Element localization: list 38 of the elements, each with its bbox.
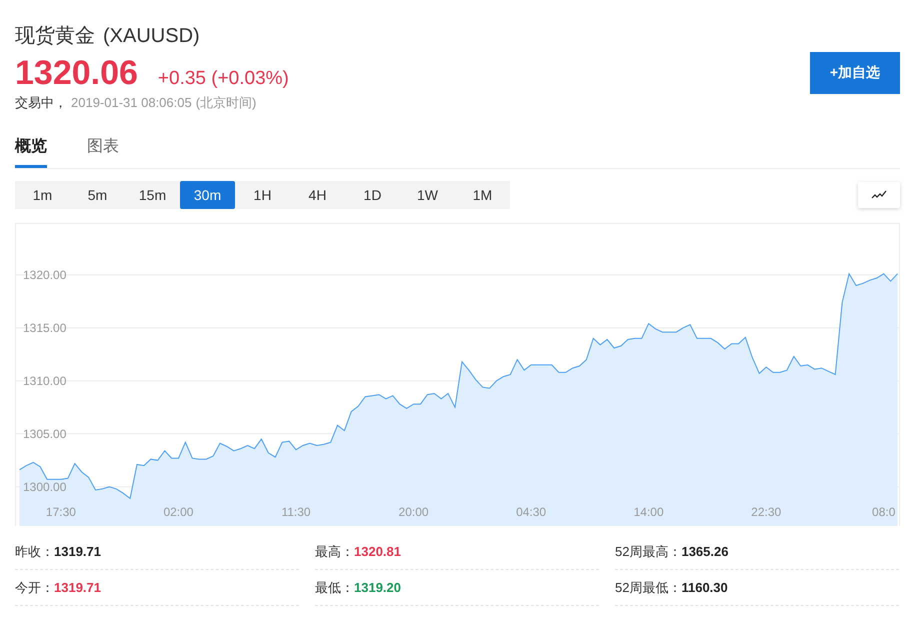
x-axis-label: 14:00 xyxy=(634,505,664,519)
stat-value: 1319.71 xyxy=(54,580,101,595)
x-axis-label: 04:30 xyxy=(516,505,546,519)
y-axis-label: 1315.00 xyxy=(23,320,66,335)
tab[interactable]: 概览 xyxy=(15,136,47,168)
timestamp: 2019-01-31 08:06:05 xyxy=(71,94,192,112)
instrument-name: 现货黄金 xyxy=(15,24,95,49)
x-axis-label: 02:00 xyxy=(163,505,194,519)
timezone: (北京时间) xyxy=(196,94,256,112)
stat-value: 1160.30 xyxy=(681,580,728,595)
tab[interactable]: 图表 xyxy=(87,136,119,168)
y-axis-label: 1305.00 xyxy=(23,426,66,441)
stat-value: 1319.20 xyxy=(354,580,401,595)
stat-value: 1365.26 xyxy=(681,544,728,559)
stat-label: 最低： xyxy=(315,580,354,595)
stat-value: 1319.71 xyxy=(54,544,101,559)
chart-type-button[interactable] xyxy=(858,182,900,208)
stat-value: 1320.81 xyxy=(354,544,401,559)
y-axis-label: 1300.00 xyxy=(23,480,66,494)
interval-button[interactable]: 30m xyxy=(180,181,235,209)
x-axis-label: 11:30 xyxy=(281,505,311,519)
line-chart-icon xyxy=(871,190,887,200)
x-axis-label: 22:30 xyxy=(751,505,782,519)
instrument-symbol: (XAUUSD) xyxy=(103,24,200,49)
price-change: +0.35 (+0.03%) xyxy=(158,68,289,90)
x-axis-label: 08:0 xyxy=(872,505,896,519)
stat-label: 52周最高： xyxy=(615,544,682,559)
stat-label: 昨收： xyxy=(15,544,54,559)
market-status: 交易中， xyxy=(15,94,67,112)
stat-label: 今开： xyxy=(15,580,54,595)
x-axis-label: 17:30 xyxy=(46,505,76,519)
stat-label: 最高： xyxy=(315,544,354,559)
y-axis-label: 1320.00 xyxy=(23,268,66,282)
price: 1320.06 xyxy=(15,53,138,94)
y-axis-label: 1310.00 xyxy=(23,374,66,388)
x-axis-label: 20:00 xyxy=(398,505,429,519)
add-watchlist-button[interactable]: +加自选 xyxy=(810,52,900,94)
stat-label: 52周最低： xyxy=(615,580,682,595)
